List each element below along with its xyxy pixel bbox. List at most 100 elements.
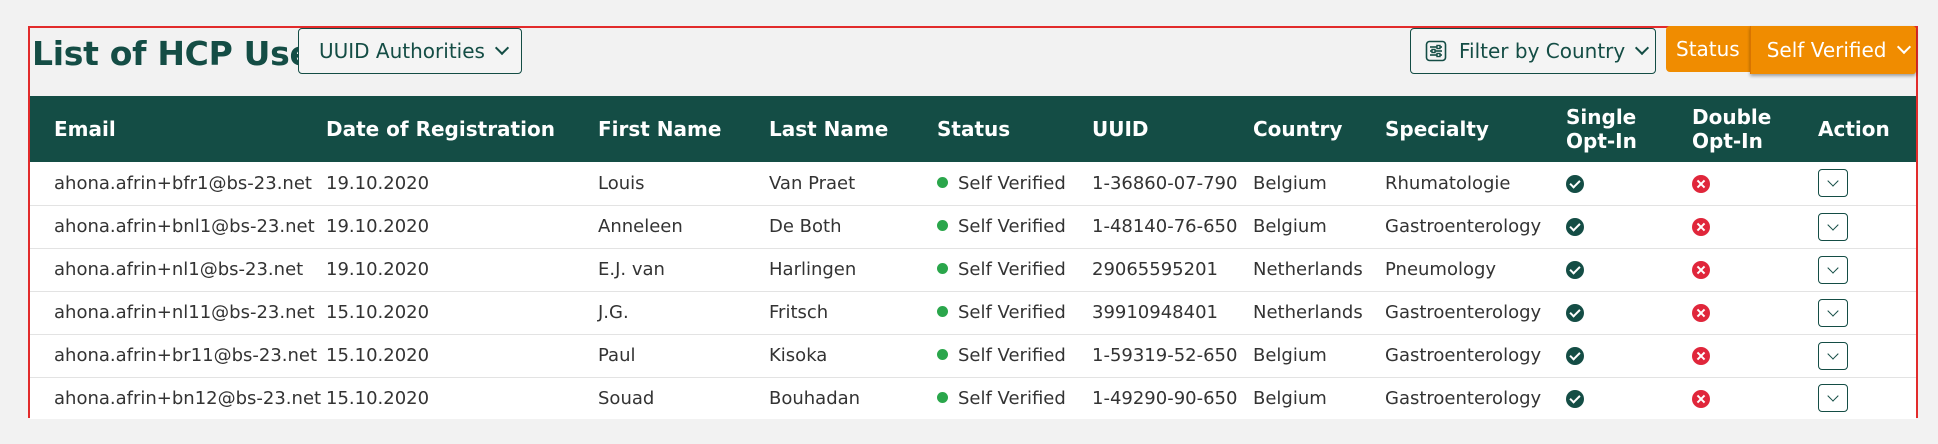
cell-last-name: De Both	[769, 216, 842, 237]
column-header-specialty[interactable]: Specialty	[1385, 96, 1566, 162]
chevron-down-icon	[1827, 304, 1839, 317]
column-header-uuid[interactable]: UUID	[1092, 96, 1253, 162]
cell-country: Belgium	[1253, 387, 1327, 409]
cell-action	[1818, 291, 1916, 334]
status-dot-icon	[937, 176, 948, 188]
status-filter: Status Self Verified	[1666, 26, 1916, 74]
cell-country: Netherlands	[1253, 302, 1363, 323]
status-text: Self Verified	[958, 216, 1066, 237]
check-icon	[1566, 389, 1584, 408]
cell-status: Self Verified	[937, 248, 1092, 291]
check-icon	[1566, 304, 1584, 322]
cell-uuid: 1-36860-07-790	[1092, 172, 1238, 194]
cell-single-opt-in	[1566, 205, 1692, 248]
row-action-button[interactable]	[1818, 169, 1848, 198]
cell-specialty: Gastroenterology	[1385, 345, 1542, 366]
cell-action	[1818, 205, 1916, 248]
check-icon	[1566, 218, 1584, 236]
status-dot-icon	[937, 306, 948, 317]
cell-first-name: Louis	[598, 172, 645, 194]
cell-last-name: Harlingen	[769, 259, 857, 280]
cell-last-name: Van Praet	[769, 172, 856, 194]
x-icon	[1692, 174, 1710, 193]
column-header-double-opt-in[interactable]: Double Opt-In	[1692, 96, 1818, 162]
cell-uuid: 39910948401	[1092, 302, 1218, 323]
status-dot-icon	[937, 220, 948, 231]
x-icon	[1692, 347, 1710, 365]
column-header-country[interactable]: Country	[1253, 96, 1385, 162]
hcp-user-table: Email Date of Registration First Name La…	[30, 96, 1916, 419]
uuid-authorities-dropdown[interactable]: UUID Authorities	[298, 28, 522, 74]
chevron-down-icon	[1827, 175, 1839, 187]
column-header-double-opt-in-line2: Opt-In	[1692, 129, 1763, 153]
x-icon	[1692, 304, 1710, 322]
cell-specialty: Gastroenterology	[1385, 387, 1542, 409]
row-action-button[interactable]	[1818, 341, 1848, 370]
filter-by-country-label: Filter by Country	[1459, 39, 1626, 63]
column-header-last-name[interactable]: Last Name	[769, 96, 937, 162]
row-action-button[interactable]	[1818, 384, 1848, 413]
cell-country: Belgium	[1253, 172, 1327, 194]
status-text: Self Verified	[958, 172, 1066, 194]
row-action-button[interactable]	[1818, 255, 1848, 284]
cell-email: ahona.afrin+nl1@bs-23.net	[54, 259, 304, 280]
filter-sliders-icon	[1425, 40, 1447, 62]
cell-email: ahona.afrin+br11@bs-23.net	[54, 345, 318, 366]
cell-action	[1818, 162, 1916, 205]
column-header-first-name[interactable]: First Name	[598, 96, 769, 162]
column-header-action: Action	[1818, 117, 1890, 141]
table-row: ahona.afrin+bnl1@bs-23.net 19.10.2020 An…	[30, 205, 1916, 248]
x-icon	[1692, 389, 1710, 408]
cell-uuid: 1-59319-52-650	[1092, 345, 1238, 366]
cell-email: ahona.afrin+bfr1@bs-23.net	[54, 172, 312, 194]
table-row: ahona.afrin+nl1@bs-23.net 19.10.2020 E.J…	[30, 248, 1916, 291]
cell-email: ahona.afrin+bnl1@bs-23.net	[54, 216, 315, 237]
cell-status: Self Verified	[937, 377, 1092, 419]
check-icon	[1566, 174, 1584, 193]
status-text: Self Verified	[958, 387, 1066, 409]
filter-by-country-dropdown[interactable]: Filter by Country	[1410, 28, 1656, 74]
cell-single-opt-in	[1566, 291, 1692, 334]
column-header-double-opt-in-line1: Double	[1692, 105, 1772, 129]
cell-action	[1818, 248, 1916, 291]
chevron-down-icon	[494, 40, 510, 56]
cell-country: Netherlands	[1253, 259, 1363, 280]
cell-status: Self Verified	[937, 334, 1092, 377]
column-header-date[interactable]: Date of Registration	[326, 96, 598, 162]
chevron-down-icon	[1827, 261, 1839, 274]
cell-action	[1818, 334, 1916, 377]
cell-double-opt-in	[1692, 291, 1818, 334]
cell-uuid: 1-49290-90-650	[1092, 387, 1238, 409]
status-text: Self Verified	[958, 302, 1066, 323]
column-header-status[interactable]: Status	[937, 96, 1092, 162]
row-action-button[interactable]	[1818, 212, 1848, 241]
chevron-down-icon	[1827, 390, 1839, 402]
cell-specialty: Gastroenterology	[1385, 302, 1542, 323]
table-row: ahona.afrin+nl11@bs-23.net 15.10.2020 J.…	[30, 291, 1916, 334]
column-header-single-opt-in[interactable]: Single Opt-In	[1566, 96, 1692, 162]
status-text: Self Verified	[958, 259, 1066, 280]
column-header-email[interactable]: Email	[30, 96, 326, 162]
table-row: ahona.afrin+bn12@bs-23.net 15.10.2020 So…	[30, 377, 1916, 419]
cell-single-opt-in	[1566, 377, 1692, 419]
cell-country: Belgium	[1253, 345, 1327, 366]
cell-double-opt-in	[1692, 205, 1818, 248]
status-dot-icon	[937, 349, 948, 360]
cell-date: 15.10.2020	[326, 345, 430, 366]
cell-status: Self Verified	[937, 205, 1092, 248]
table-row: ahona.afrin+br11@bs-23.net 15.10.2020 Pa…	[30, 334, 1916, 377]
cell-double-opt-in	[1692, 334, 1818, 377]
status-filter-dropdown[interactable]: Self Verified	[1749, 26, 1916, 74]
chevron-down-icon	[1827, 347, 1839, 360]
check-icon	[1566, 347, 1584, 365]
cell-status: Self Verified	[937, 291, 1092, 334]
cell-uuid: 1-48140-76-650	[1092, 216, 1238, 237]
status-filter-label: Status	[1666, 26, 1750, 72]
row-action-button[interactable]	[1818, 298, 1848, 327]
cell-specialty: Pneumology	[1385, 259, 1497, 280]
cell-first-name: Paul	[598, 345, 636, 366]
x-icon	[1692, 261, 1710, 279]
cell-uuid: 29065595201	[1092, 259, 1218, 280]
cell-date: 19.10.2020	[326, 259, 430, 280]
cell-email: ahona.afrin+bn12@bs-23.net	[54, 387, 322, 409]
